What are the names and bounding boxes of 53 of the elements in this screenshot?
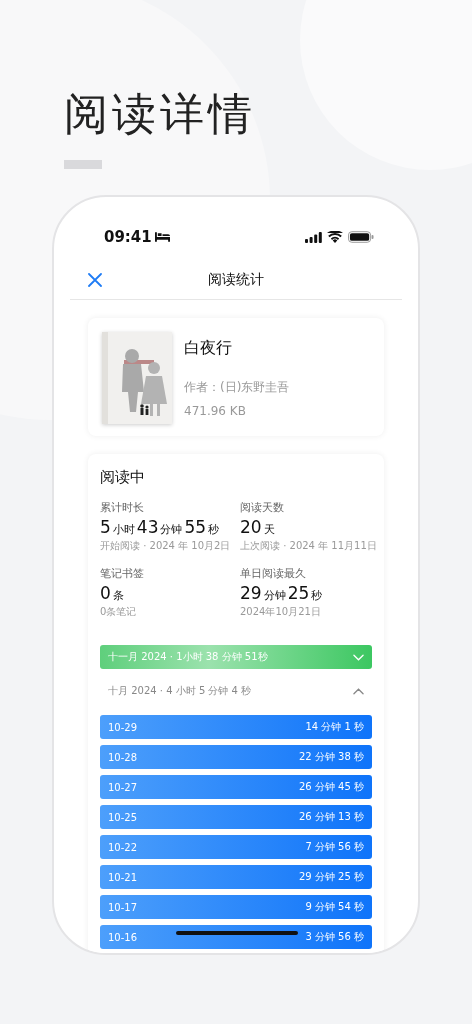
stat-note: 上次阅读 · 2024 年 11月11日 — [240, 539, 377, 553]
reading-status: 阅读中 — [100, 468, 146, 487]
chevron-down-icon — [353, 653, 364, 661]
day-date: 10-21 — [108, 871, 138, 883]
day-date: 10-17 — [108, 901, 138, 913]
stat-number: 20 — [240, 517, 262, 537]
day-duration: 26 分钟 13 秒 — [299, 810, 364, 824]
stat-unit: 条 — [112, 588, 124, 603]
stat-number: 55 — [184, 517, 207, 537]
day-duration: 7 分钟 56 秒 — [305, 840, 364, 854]
stat-label: 累计时长 — [100, 501, 145, 515]
day-date: 10-29 — [108, 721, 138, 733]
day-duration: 14 分钟 1 秒 — [305, 720, 364, 734]
status-time: 09:41 — [104, 228, 152, 246]
close-button[interactable] — [86, 271, 104, 289]
stat-unit: 秒 — [311, 588, 323, 603]
file-size: 471.96 KB — [184, 404, 247, 418]
day-date: 10-27 — [108, 781, 138, 793]
stat-number: 0 — [100, 583, 111, 603]
bed-icon — [154, 232, 170, 242]
book-author: 作者：(日)东野圭吾 — [184, 379, 290, 396]
battery-icon — [348, 231, 374, 243]
accent-bar — [64, 160, 102, 169]
day-duration: 9 分钟 54 秒 — [305, 900, 364, 914]
day-date: 10-22 — [108, 841, 138, 853]
day-duration: 22 分钟 38 秒 — [299, 750, 364, 764]
book-title: 白夜行 — [184, 338, 233, 359]
stat-label: 阅读天数 — [240, 501, 285, 515]
signal-icon — [305, 231, 322, 243]
nav-title: 阅读统计 — [208, 271, 264, 289]
stat-number: 5 — [100, 517, 111, 537]
stat-note: 0条笔记 — [100, 605, 138, 619]
stat-note: 2024年10月21日 — [240, 605, 322, 619]
stat-label: 笔记书签 — [100, 567, 145, 581]
stat-label: 单日阅读最久 — [240, 567, 307, 581]
day-date: 10-16 — [108, 931, 138, 943]
stat-number: 43 — [136, 517, 159, 537]
day-date: 10-25 — [108, 811, 138, 823]
stat-number: 25 — [287, 583, 310, 603]
stat-number: 29 — [240, 583, 262, 603]
day-duration: 3 分钟 56 秒 — [305, 930, 364, 944]
stat-unit: 小时 — [112, 522, 135, 537]
wifi-icon — [327, 231, 343, 243]
stat-note: 开始阅读 · 2024 年 10月2日 — [100, 539, 232, 553]
day-duration: 26 分钟 45 秒 — [299, 780, 364, 794]
stat-unit: 分钟 — [160, 522, 183, 537]
day-date: 10-28 — [108, 751, 138, 763]
chevron-up-icon — [353, 687, 364, 695]
day-duration: 29 分钟 25 秒 — [299, 870, 364, 884]
page-heading: 阅读详情 — [64, 87, 256, 141]
stat-unit: 天 — [263, 522, 275, 537]
stat-unit: 分钟 — [263, 588, 286, 603]
stat-unit: 秒 — [208, 522, 220, 537]
